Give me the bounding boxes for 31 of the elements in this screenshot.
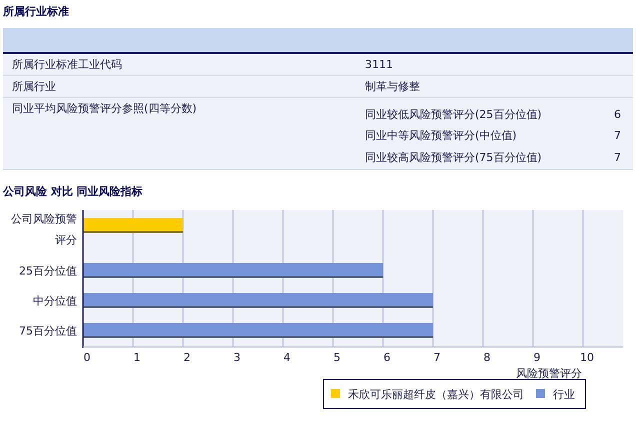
legend-label: 行业 <box>553 388 575 401</box>
legend-label: 禾欣可乐丽超纤皮（嘉兴）有限公司 <box>348 388 524 401</box>
sub-row-label: 同业中等风险预警评分(中位值) <box>365 128 517 144</box>
sub-row-value: 6 <box>614 106 621 123</box>
x-tick-label: 3 <box>234 351 240 364</box>
x-tick-label: 7 <box>434 351 440 364</box>
sub-row-label: 同业较高风险预警评分(75百分位值) <box>365 150 542 166</box>
x-tick-label: 4 <box>284 351 290 364</box>
category-label: 25百分位值 <box>19 264 77 278</box>
category-label: 中分位值 <box>33 294 77 308</box>
x-tick-label: 10 <box>580 351 594 364</box>
row-value: 制革与修整 <box>365 80 420 93</box>
x-tick-label: 5 <box>334 351 340 364</box>
x-tick-label: 0 <box>84 351 90 364</box>
category-label: 75百分位值 <box>19 324 77 338</box>
sub-row-value: 7 <box>614 150 621 166</box>
row-label: 同业平均风险预警评分参照(四等分数) <box>12 102 197 115</box>
category-label: 公司风险预警评分 <box>11 212 77 246</box>
row-label: 所属行业标准工业代码 <box>12 58 122 71</box>
x-tick-label: 9 <box>534 351 540 364</box>
x-tick-label: 2 <box>184 351 190 364</box>
sub-row-label: 同业较低风险预警评分(25百分位值) <box>365 106 542 123</box>
row-label: 所属行业 <box>12 80 56 93</box>
sub-row-value: 7 <box>614 128 621 144</box>
row-value: 3111 <box>365 58 393 71</box>
x-tick-label: 8 <box>484 351 490 364</box>
x-axis-title: 风险预警评分 <box>516 367 582 380</box>
section-title: 所属行业标准 <box>3 5 69 18</box>
x-tick-label: 1 <box>134 351 140 364</box>
chart-title: 公司风险 对比 同业风险指标 <box>3 185 143 198</box>
x-tick-label: 6 <box>384 351 390 364</box>
